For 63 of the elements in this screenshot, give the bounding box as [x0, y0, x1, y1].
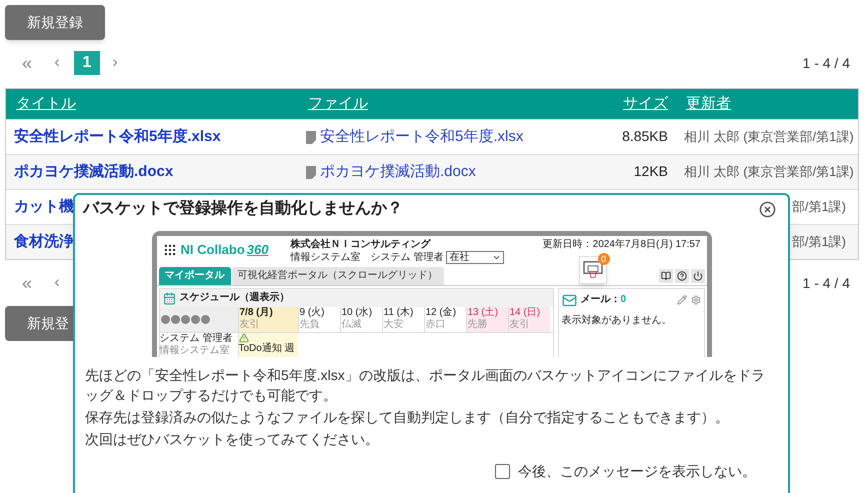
day-header: 10 (水) 仏滅	[340, 307, 382, 332]
day-header: 11 (木) 大安	[382, 307, 424, 332]
file-size: 8.85KB	[622, 128, 668, 144]
dialog-paragraph: 次回はぜひバスケットを使ってみてください。	[85, 430, 380, 449]
person-name: システム 管理者	[160, 333, 234, 344]
schedule-icon	[162, 292, 176, 304]
record-range: 1 - 4 / 4	[802, 54, 850, 72]
first-page-button[interactable]: «	[14, 270, 40, 296]
status-select[interactable]: 在社	[446, 251, 504, 264]
apps-grid-icon[interactable]	[162, 243, 176, 257]
file-icon	[306, 130, 316, 144]
page-button[interactable]: 1	[74, 51, 100, 75]
person-department: 情報システム室	[160, 345, 230, 357]
next-page-button[interactable]: ›	[100, 51, 130, 75]
close-icon[interactable]	[759, 200, 776, 218]
empty-message: 表示対象がありません。	[560, 315, 672, 327]
checkbox[interactable]	[495, 464, 510, 479]
user-name: 情報システム室 システム 管理者	[290, 252, 444, 264]
title-link[interactable]: ポカヨケ撲滅活動.docx	[6, 160, 306, 184]
panel-title: スケジュール（週表示）	[180, 292, 290, 304]
column-header[interactable]: サイズ	[616, 92, 668, 116]
updater-name: 相川 太郎 (東京営業部/第1課)	[684, 163, 854, 182]
settings-icon[interactable]	[690, 295, 700, 305]
basket-badge: 0	[598, 253, 610, 265]
previous-page-button[interactable]: ‹	[40, 51, 74, 75]
file-size: 12KB	[634, 163, 668, 179]
day-header: 14 (日) 友引	[508, 307, 550, 332]
column-header[interactable]: 更新者	[686, 92, 731, 116]
portal-tab[interactable]: マイポータル	[158, 267, 230, 285]
file-link[interactable]: 安全性レポート令和5年度.xlsx	[320, 126, 524, 148]
help-icon[interactable]	[674, 269, 688, 283]
dialog-paragraph: 保存先は登録済みの似たようなファイルを探して自動判定します（自分で指定することもできます）。	[85, 408, 730, 427]
updater-name: 相川 太郎 (東京営業部/第1課)	[684, 128, 854, 146]
file-link[interactable]: ポカヨケ撲滅活動.docx	[320, 160, 476, 184]
update-time: 更新日時：2024年7月8日(月) 17:57	[542, 239, 700, 251]
title-link[interactable]: 安全性レポート令和5年度.xlsx	[6, 126, 306, 148]
caret-icon	[492, 253, 502, 262]
record-range: 1 - 4 / 4	[802, 274, 850, 292]
previous-page-button[interactable]: ‹	[40, 271, 74, 295]
day-header: 7/8 (月) 友引	[238, 307, 298, 332]
dialog-title: バスケットで登録操作を自動化しませんか？	[83, 198, 403, 219]
file-icon	[306, 166, 316, 178]
todo-cell[interactable]: ToDo通知 週	[238, 333, 298, 357]
first-page-button[interactable]: «	[14, 50, 40, 76]
new-register-button[interactable]: 新規登録	[5, 5, 105, 40]
app-logo: NI Collabo360	[180, 242, 268, 257]
day-header: 9 (火) 先負	[298, 307, 340, 332]
checkbox-label: 今後、このメッセージを表示しない。	[518, 462, 756, 481]
column-header[interactable]: タイトル	[6, 92, 306, 116]
warning-icon	[238, 333, 248, 343]
updater-name: 部/第1課)	[792, 233, 846, 252]
basket-icon[interactable]: 0	[578, 256, 606, 284]
portal-tab[interactable]: 可視化経営ポータル（スクロールグリッド）	[232, 267, 444, 285]
company-name: 株式会社ＮＩコンサルティング	[290, 239, 432, 251]
column-header[interactable]: ファイル	[306, 92, 616, 116]
updater-name: 部/第1課)	[792, 198, 846, 216]
dialog-paragraph: 先ほどの「安全性レポート令和5年度.xlsx」の改版は、ポータル画面のバスケットアイコンにファイルをドラッグ＆ドロップするだけでも可能です。	[85, 366, 766, 405]
logout-icon[interactable]	[690, 269, 704, 283]
day-header: 13 (土) 先勝	[466, 307, 508, 332]
edit-icon[interactable]	[676, 295, 686, 305]
mail-icon	[562, 292, 576, 308]
mail-count: メール：0	[580, 294, 626, 306]
manual-icon[interactable]	[658, 269, 672, 283]
